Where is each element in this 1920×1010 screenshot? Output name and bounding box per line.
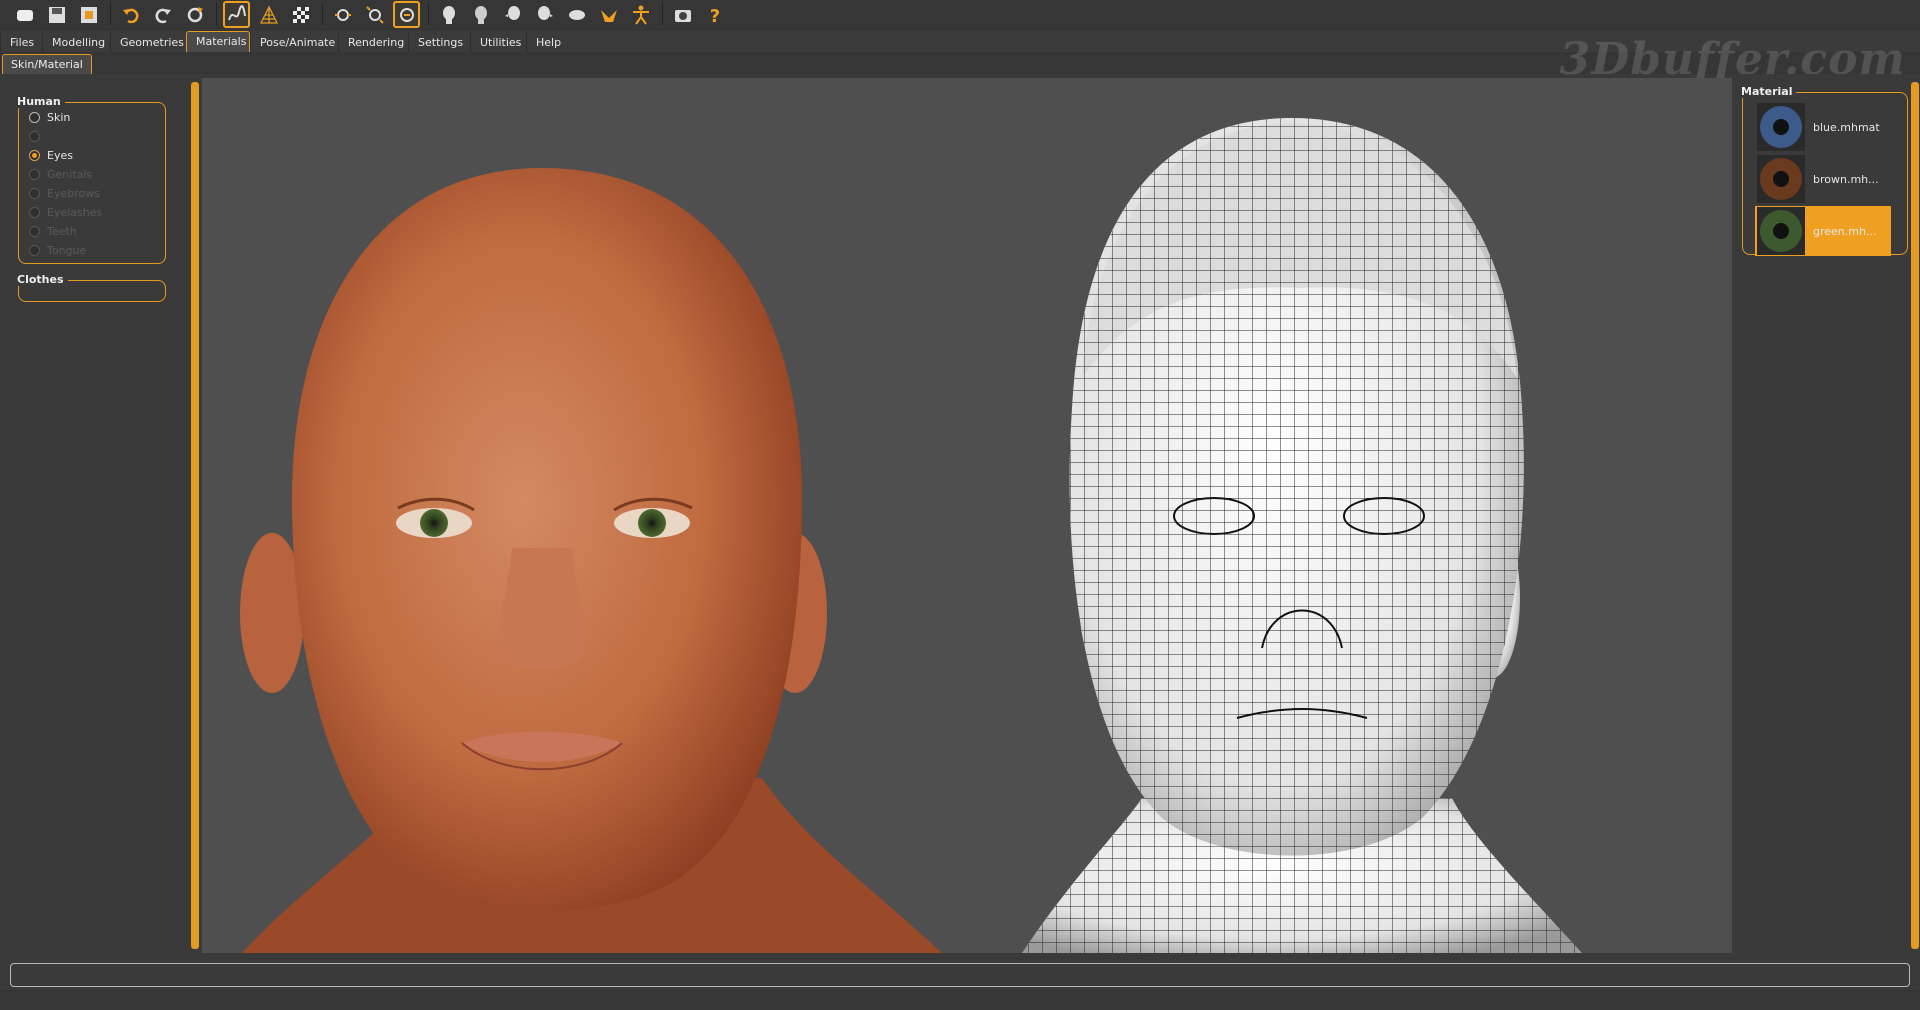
bottom-bar: [0, 990, 1920, 1010]
save-icon[interactable]: [43, 1, 70, 28]
radio-eyes-button[interactable]: [29, 149, 40, 161]
clothes-group: Clothes: [17, 273, 166, 302]
tab-utilities[interactable]: Utilities: [470, 33, 526, 52]
radio-genitals-label: Genitals: [47, 167, 93, 181]
radio-skin[interactable]: Skin: [29, 109, 70, 125]
head-left-icon[interactable]: [499, 1, 526, 28]
left-panel: Human Skin Eyes Genitals Eyebrows Eyelas…: [0, 74, 199, 957]
tab-help[interactable]: Help: [526, 33, 568, 52]
radio-teeth: Teeth: [29, 223, 77, 239]
radio-eyes-label: Eyes: [47, 148, 73, 162]
left-panel-scrollbar[interactable]: [191, 82, 199, 949]
head-right-icon[interactable]: [531, 1, 558, 28]
pose-icon[interactable]: [627, 1, 654, 28]
right-panel: Material blue.mhmat brown.mh... green.mh…: [1740, 74, 1920, 957]
viewport-canvas: [240, 118, 1582, 953]
material-label-brown: brown.mh...: [1813, 172, 1879, 186]
top-view-icon[interactable]: [563, 1, 590, 28]
front-view-icon[interactable]: [329, 1, 356, 28]
background-icon[interactable]: [287, 1, 314, 28]
tab-settings[interactable]: Settings: [408, 33, 470, 52]
wireframe-head: [1022, 118, 1582, 953]
wireframe-icon[interactable]: [255, 1, 282, 28]
tab-files[interactable]: Files: [0, 33, 42, 52]
radio-hair: [29, 128, 47, 144]
radio-genitals: Genitals: [29, 166, 92, 182]
tab-rendering[interactable]: Rendering: [338, 33, 408, 52]
material-group-title: Material: [1741, 85, 1797, 98]
redo-icon[interactable]: [149, 1, 176, 28]
radio-eyes[interactable]: Eyes: [29, 147, 73, 163]
radio-eyebrows-button: [29, 187, 40, 199]
clothes-group-title: Clothes: [17, 273, 68, 286]
human-group-title: Human: [17, 95, 65, 108]
material-item-brown[interactable]: brown.mh...: [1755, 154, 1891, 204]
radio-eyelashes-label: Eyelashes: [47, 205, 103, 219]
radio-hair-button: [29, 130, 40, 142]
radio-eyebrows-label: Eyebrows: [47, 186, 100, 200]
radio-teeth-label: Teeth: [47, 224, 77, 238]
material-thumb-brown: [1757, 155, 1805, 203]
radio-tongue-label: Tongue: [47, 243, 87, 257]
radio-skin-button[interactable]: [29, 111, 40, 123]
help-icon[interactable]: ?: [701, 1, 728, 28]
radio-genitals-button: [29, 168, 40, 180]
smooth-icon[interactable]: [223, 1, 250, 28]
tab-skin-material[interactable]: Skin/Material: [2, 54, 92, 74]
export-icon[interactable]: [75, 1, 102, 28]
radio-eyelashes-button: [29, 206, 40, 218]
material-item-blue[interactable]: blue.mhmat: [1755, 102, 1891, 152]
right-panel-scrollbar[interactable]: [1911, 82, 1919, 949]
camera-icon[interactable]: [669, 1, 696, 28]
radio-tongue: Tongue: [29, 242, 86, 258]
material-thumb-blue: [1757, 103, 1805, 151]
radio-skin-label: Skin: [47, 110, 71, 124]
head-back-icon[interactable]: [467, 1, 494, 28]
head-front-icon[interactable]: [435, 1, 462, 28]
textured-head: [240, 168, 942, 953]
radio-tongue-button: [29, 244, 40, 256]
new-icon[interactable]: [11, 1, 38, 28]
material-item-green[interactable]: green.mh...: [1755, 206, 1891, 256]
status-bar: [10, 963, 1910, 987]
main-toolbar: ?: [0, 0, 1920, 31]
tab-pose-animate[interactable]: Pose/Animate: [250, 33, 338, 52]
material-label-blue: blue.mhmat: [1813, 120, 1880, 134]
back-view-icon[interactable]: [361, 1, 388, 28]
tab-geometries[interactable]: Geometries: [110, 33, 186, 52]
material-thumb-green: [1757, 207, 1805, 255]
radio-teeth-button: [29, 225, 40, 237]
human-group: Human Skin Eyes Genitals Eyebrows Eyelas…: [17, 95, 166, 264]
tab-materials[interactable]: Materials: [186, 31, 250, 52]
svg-text:?: ?: [709, 6, 719, 26]
bottom-view-icon[interactable]: [595, 1, 622, 28]
tab-modelling[interactable]: Modelling: [42, 33, 110, 52]
radio-eyelashes: Eyelashes: [29, 204, 102, 220]
side-view-icon[interactable]: [393, 1, 420, 28]
radio-eyebrows: Eyebrows: [29, 185, 100, 201]
undo-icon[interactable]: [117, 1, 144, 28]
material-group: Material blue.mhmat brown.mh... green.mh…: [1741, 85, 1908, 256]
reset-icon[interactable]: [181, 1, 208, 28]
material-label-green: green.mh...: [1813, 224, 1877, 238]
3d-viewport[interactable]: [202, 78, 1732, 953]
